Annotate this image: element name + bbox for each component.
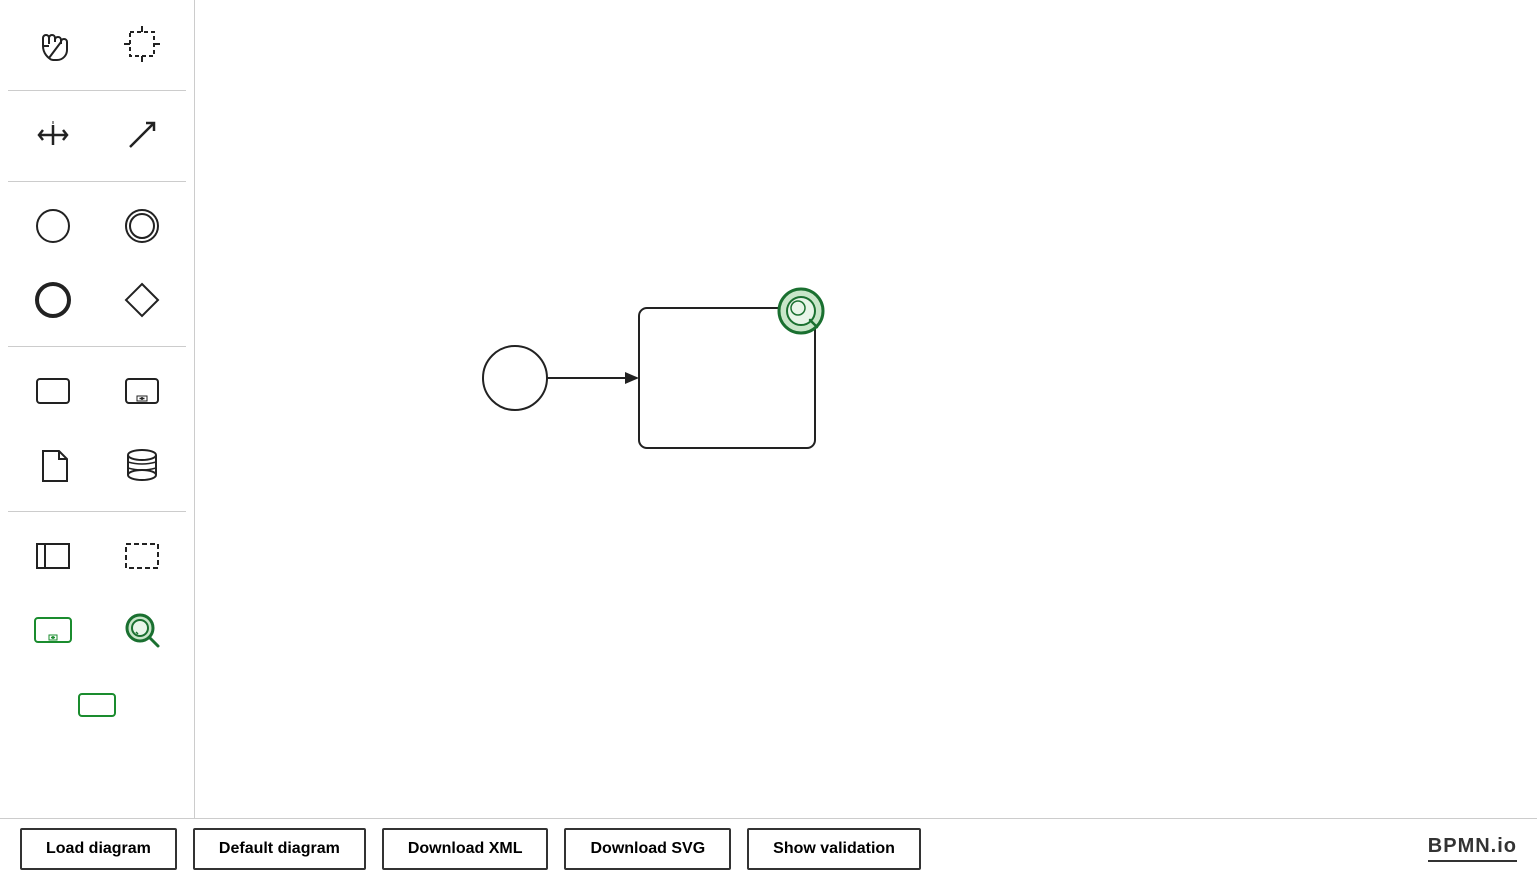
lane-tool[interactable]: [108, 522, 176, 590]
arrows-hv-icon: [31, 113, 75, 157]
main-area: [0, 0, 1537, 818]
divider-1: [8, 90, 186, 91]
divider-4: [8, 511, 186, 512]
load-diagram-button[interactable]: Load diagram: [20, 828, 177, 870]
subprocess-tool[interactable]: [108, 357, 176, 425]
select-icon: [120, 22, 164, 66]
end-event-icon: [31, 278, 75, 322]
expand-subprocess-icon: [31, 608, 75, 652]
tool-row-6: [8, 431, 186, 499]
connect-hv-tool[interactable]: [19, 101, 87, 169]
gateway-icon: [120, 278, 164, 322]
tool-row-7: [8, 522, 186, 590]
tool-row-2: [8, 101, 186, 169]
tool-row-9: [8, 670, 186, 738]
data-object-icon: [31, 443, 75, 487]
connect-diagonal-tool[interactable]: [108, 101, 176, 169]
group-icon: [75, 682, 119, 726]
tool-row-4: [8, 266, 186, 334]
group-tool[interactable]: [63, 670, 131, 738]
hand-icon: [31, 22, 75, 66]
default-diagram-button[interactable]: Default diagram: [193, 828, 366, 870]
find-icon: [120, 608, 164, 652]
intermediate-event-icon: [120, 204, 164, 248]
tool-row-8: [8, 596, 186, 664]
data-store-tool[interactable]: [108, 431, 176, 499]
toolbar: [0, 0, 195, 818]
arrow-diagonal-icon: [120, 113, 164, 157]
start-event-icon: [31, 204, 75, 248]
task-icon: [31, 369, 75, 413]
intermediate-event-tool[interactable]: [108, 192, 176, 260]
tool-row-3: [8, 192, 186, 260]
divider-3: [8, 346, 186, 347]
pool-icon: [31, 534, 75, 578]
data-object-tool[interactable]: [19, 431, 87, 499]
download-svg-button[interactable]: Download SVG: [564, 828, 731, 870]
lane-icon: [120, 534, 164, 578]
subprocess-icon: [120, 369, 164, 413]
download-xml-button[interactable]: Download XML: [382, 828, 549, 870]
show-validation-button[interactable]: Show validation: [747, 828, 921, 870]
divider-2: [8, 181, 186, 182]
tool-row-1: [8, 10, 186, 78]
bottom-bar: Load diagram Default diagram Download XM…: [0, 818, 1537, 878]
start-event-tool[interactable]: [19, 192, 87, 260]
task-tool[interactable]: [19, 357, 87, 425]
data-store-icon: [120, 443, 164, 487]
tool-row-5: [8, 357, 186, 425]
bpmn-logo: BPMN.io: [1428, 835, 1517, 862]
canvas[interactable]: [195, 0, 1537, 818]
find-tool[interactable]: [108, 596, 176, 664]
gateway-tool[interactable]: [108, 266, 176, 334]
diagram-svg: [195, 0, 1537, 818]
end-event-tool[interactable]: [19, 266, 87, 334]
pool-tool[interactable]: [19, 522, 87, 590]
hand-tool[interactable]: [19, 10, 87, 78]
select-tool[interactable]: [108, 10, 176, 78]
expand-subprocess-tool[interactable]: [19, 596, 87, 664]
